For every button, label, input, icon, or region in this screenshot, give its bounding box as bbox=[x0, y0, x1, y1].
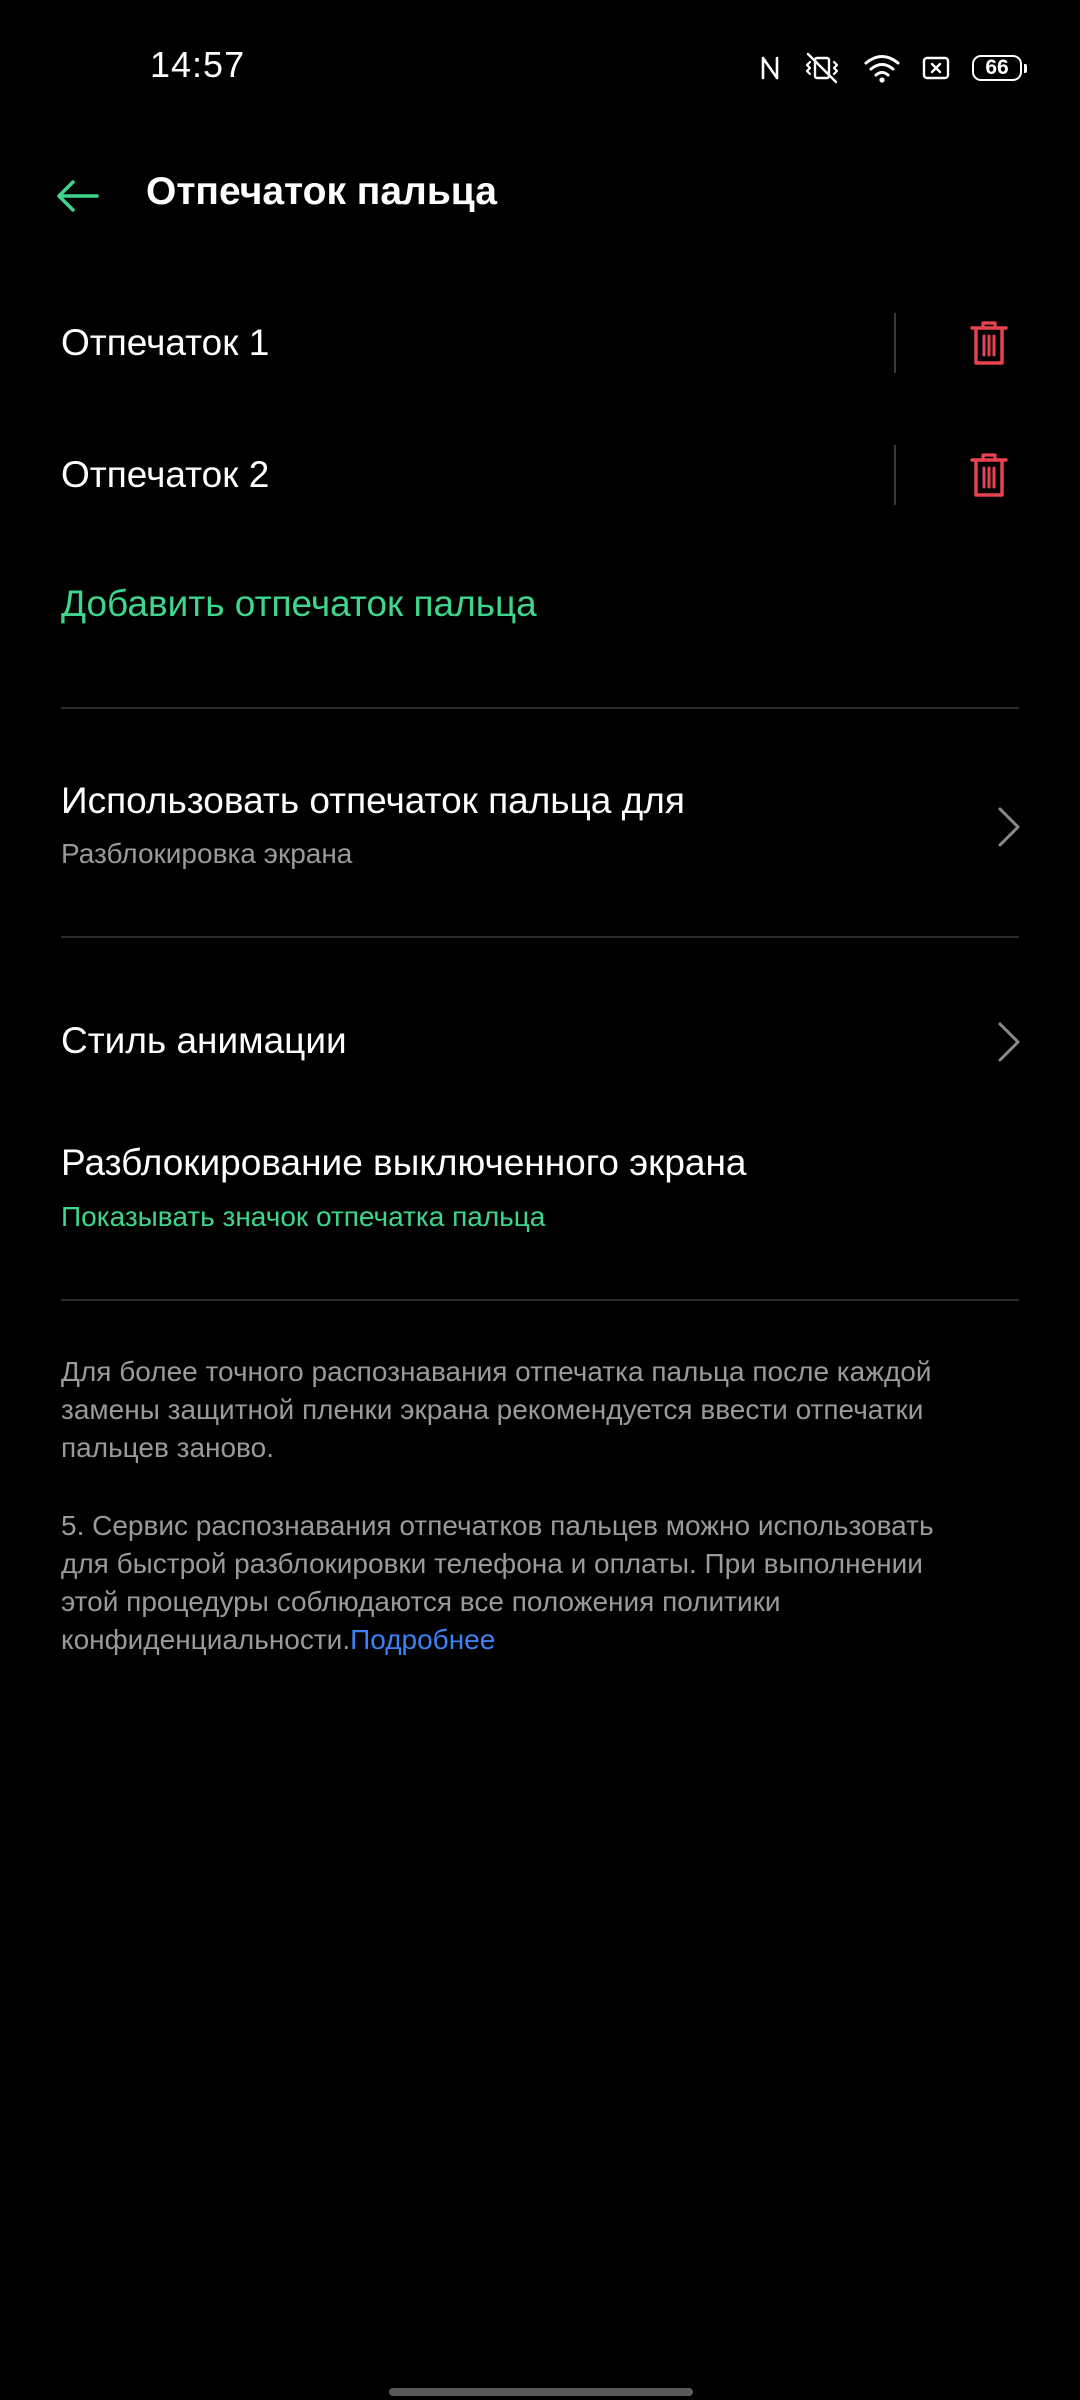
more-link[interactable]: Подробнее bbox=[350, 1624, 495, 1655]
fingerprint-item-2[interactable]: Отпечаток 2 bbox=[0, 415, 1080, 535]
chevron-right-icon bbox=[998, 807, 1020, 847]
setting-subtitle: Показывать значок отпечатка пальца bbox=[61, 1201, 546, 1232]
info-paragraph-1: Для более точного распознавания отпечатк… bbox=[61, 1356, 932, 1463]
setting-title: Стиль анимации bbox=[61, 1020, 347, 1061]
add-fingerprint-button[interactable]: Добавить отпечаток пальца bbox=[61, 583, 537, 625]
vertical-divider bbox=[894, 445, 896, 505]
vibrate-off-icon bbox=[802, 52, 842, 84]
battery-icon: 66 bbox=[972, 55, 1027, 81]
setting-subtitle: Разблокировка экрана bbox=[61, 838, 353, 869]
back-button[interactable] bbox=[44, 166, 110, 226]
animation-style-item[interactable]: Стиль анимации bbox=[0, 990, 1080, 1090]
nfc-icon bbox=[760, 55, 780, 81]
fingerprint-label: Отпечаток 2 bbox=[61, 454, 270, 495]
setting-title: Использовать отпечаток пальца для bbox=[61, 780, 685, 821]
use-fingerprint-for-item[interactable]: Использовать отпечаток пальца для Разбло… bbox=[0, 760, 1080, 910]
setting-title: Разблокирование выключенного экрана bbox=[61, 1142, 747, 1183]
trash-icon bbox=[970, 321, 1008, 365]
fingerprint-item-1[interactable]: Отпечаток 1 bbox=[0, 283, 1080, 403]
chevron-right-icon bbox=[998, 1022, 1020, 1062]
delete-fingerprint-1-button[interactable] bbox=[958, 311, 1020, 375]
wifi-icon bbox=[864, 53, 900, 83]
page-title: Отпечаток пальца bbox=[146, 170, 497, 213]
info-paragraph-2: 5. Сервис распознавания отпечатков пальц… bbox=[61, 1507, 981, 1659]
arrow-left-icon bbox=[57, 180, 99, 212]
sim-icon bbox=[922, 55, 950, 81]
status-icons: 66 bbox=[760, 48, 1027, 88]
vertical-divider bbox=[894, 313, 896, 373]
status-bar: 14:57 66 bbox=[0, 0, 1080, 136]
section-divider bbox=[61, 1299, 1019, 1301]
trash-icon bbox=[970, 453, 1008, 497]
section-divider bbox=[61, 707, 1019, 709]
status-time: 14:57 bbox=[150, 44, 246, 85]
delete-fingerprint-2-button[interactable] bbox=[958, 443, 1020, 507]
section-divider bbox=[61, 936, 1019, 938]
info-paragraph-2-text: 5. Сервис распознавания отпечатков пальц… bbox=[61, 1510, 934, 1655]
screen-off-unlock-item[interactable]: Разблокирование выключенного экрана Пока… bbox=[0, 1125, 1080, 1245]
fingerprint-label: Отпечаток 1 bbox=[61, 322, 270, 363]
app-header: Отпечаток пальца bbox=[0, 150, 1080, 242]
home-indicator[interactable] bbox=[389, 2388, 693, 2396]
